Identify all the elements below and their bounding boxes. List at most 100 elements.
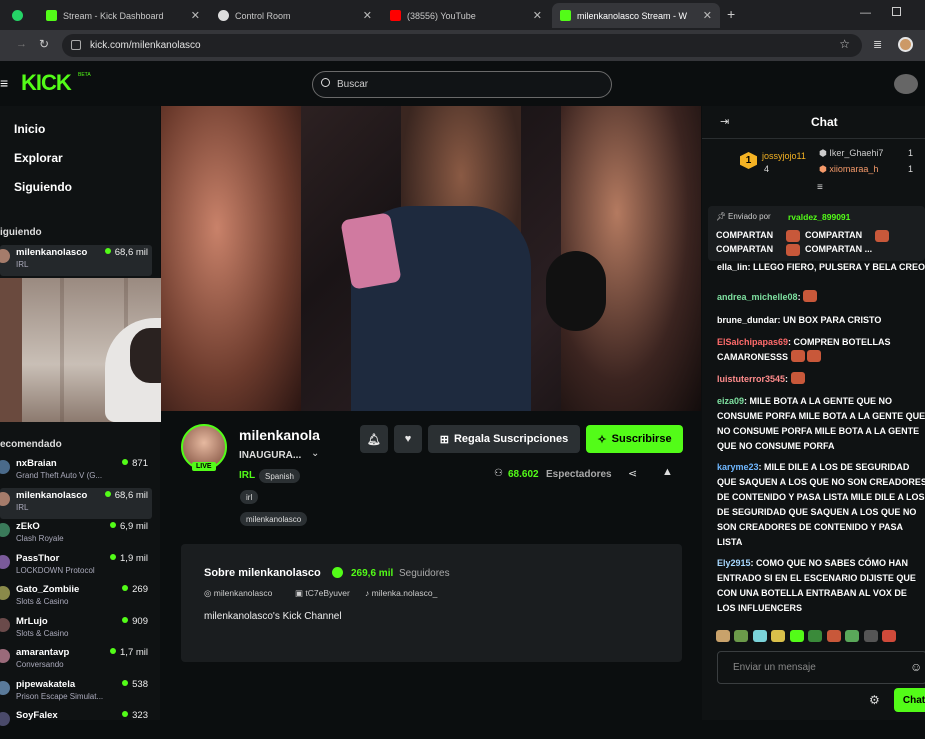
chat-input[interactable]: Enviar un mensaje ☺ xyxy=(717,651,925,684)
leader3-count: 1 xyxy=(908,164,914,174)
sidebar-channel-amarantavp[interactable]: amarantavp Conversando 1,7 mil xyxy=(0,645,152,676)
subscribe-button[interactable]: ✧ Suscribirse xyxy=(586,425,683,453)
sidebar-channel-gato_zombiie[interactable]: Gato_Zombiie Slots & Casino 269 xyxy=(0,582,152,613)
emote-icon[interactable] xyxy=(716,630,730,642)
tag-milenkanolasco[interactable]: milenkanolasco xyxy=(240,512,308,526)
nav-inicio[interactable]: Inicio xyxy=(14,122,45,136)
live-badge: LIVE xyxy=(192,462,216,471)
emote-icon[interactable] xyxy=(771,630,786,642)
chat-username[interactable]: eiza09 xyxy=(717,396,744,406)
pinned-by-label: Enviado por xyxy=(728,212,771,221)
video-player[interactable] xyxy=(161,106,701,411)
emote-icon[interactable] xyxy=(845,630,860,642)
notification-bell-button[interactable]: 🔔︎ xyxy=(360,425,388,453)
new-tab-button[interactable]: + xyxy=(727,6,735,22)
chat-username[interactable]: ElSalchipapas69 xyxy=(717,337,788,347)
video-microphone xyxy=(546,251,606,331)
close-tab-icon[interactable]: ✕ xyxy=(533,9,542,22)
sidebar-channel-passthor[interactable]: PassThor LOCKDOWN Protocol 1,9 mil xyxy=(0,551,152,582)
chat-username[interactable]: brune_dundar xyxy=(717,315,778,325)
language-tag[interactable]: Spanish xyxy=(259,469,300,483)
close-tab-icon[interactable]: ✕ xyxy=(703,9,712,22)
emote-icon[interactable] xyxy=(808,630,823,642)
sidebar-channel-mrlujo[interactable]: MrLujo Slots & Casino 909 xyxy=(0,614,152,645)
menu-icon[interactable]: ≡ xyxy=(0,75,8,91)
sidebar-channel-nxbraian[interactable]: nxBraian Grand Theft Auto V (G... 871 xyxy=(0,456,152,487)
channel-name: amarantavp xyxy=(16,647,70,658)
tab-milenkanolasco[interactable]: milenkanolasco Stream - W ✕ xyxy=(552,3,720,28)
url-text: kick.com/milenkanolasco xyxy=(90,40,201,51)
chat-username[interactable]: Ely2915 xyxy=(717,558,751,568)
chat-message: ella_lin: LLEGO FIERO, PULSERA Y BELA CR… xyxy=(717,262,925,272)
chat-username[interactable]: luistuterror3545 xyxy=(717,374,785,384)
emote-icon[interactable] xyxy=(734,630,749,642)
tab-whatsapp[interactable] xyxy=(4,3,34,28)
emote-icon xyxy=(786,244,800,256)
chat-username[interactable]: andrea_michelle08 xyxy=(717,292,798,302)
about-title: Sobre milenkanolasco xyxy=(204,567,321,579)
avatar xyxy=(0,460,10,474)
cast-icon[interactable]: ≣ xyxy=(873,38,882,51)
emote-icon[interactable] xyxy=(863,630,878,642)
sidebar-channel-soyfalex[interactable]: SoyFalex 323 xyxy=(0,708,152,739)
pinned-message[interactable]: 📌︎ Enviado por rvaldez_899091 COMPARTAN … xyxy=(708,206,925,261)
forward-icon[interactable]: → xyxy=(16,38,27,50)
category-link[interactable]: IRL xyxy=(239,470,255,481)
channel-category: Prison Escape Simulat... xyxy=(16,691,104,701)
emote-icon xyxy=(786,230,800,242)
maximize-icon[interactable] xyxy=(892,7,901,16)
tab-kick-dashboard[interactable]: Stream - Kick Dashboard ✕ xyxy=(38,3,208,28)
emoji-icon[interactable]: ☺ xyxy=(910,660,922,674)
search-icon xyxy=(321,78,330,87)
url-field[interactable]: kick.com/milenkanolasco ☆ xyxy=(62,34,862,57)
search-input[interactable]: Buscar xyxy=(312,71,612,98)
chat-send-button[interactable]: Chat xyxy=(894,688,925,712)
chat-username[interactable]: karyme23 xyxy=(717,462,759,472)
chevron-down-icon[interactable]: ⌄ xyxy=(311,448,319,459)
report-icon[interactable]: ▲ xyxy=(662,466,673,478)
gift-icon: ⊞ xyxy=(439,433,449,446)
pin-icon: 📌︎ xyxy=(716,212,727,221)
tab-youtube[interactable]: (38556) YouTube ✕ xyxy=(382,3,550,28)
bookmark-star-icon[interactable]: ☆ xyxy=(839,37,850,51)
gift-subs-button[interactable]: ⊞ Regala Suscripciones xyxy=(428,425,580,453)
tab-control-room[interactable]: Control Room ✕ xyxy=(210,3,380,28)
leader3-name[interactable]: ⬢ xiiomaraa_h xyxy=(819,164,878,175)
channel-name: PassThor xyxy=(16,552,60,564)
expand-leaderboard-icon[interactable]: ≡ xyxy=(817,182,823,193)
user-avatar[interactable] xyxy=(894,74,918,94)
reload-icon[interactable]: ↻ xyxy=(39,37,49,51)
chat-settings-icon[interactable]: ⚙ xyxy=(869,693,880,707)
channel-name: pipewakatela xyxy=(16,678,76,690)
sidebar-channel-zeko[interactable]: zEkO Clash Royale 6,9 mil xyxy=(0,519,152,550)
emote-icon[interactable] xyxy=(882,630,897,642)
profile-avatar[interactable] xyxy=(898,37,913,52)
youtube-link[interactable]: ▣ tC7eByuver xyxy=(295,588,350,599)
emote-icon[interactable] xyxy=(789,630,804,642)
close-tab-icon[interactable]: ✕ xyxy=(191,9,200,22)
site-info-icon[interactable] xyxy=(71,40,81,50)
emote-icon[interactable] xyxy=(826,630,841,642)
leader2-name[interactable]: ⬢ Iker_Ghaehi7 xyxy=(819,148,883,159)
following-channel[interactable]: milenkanolasco IRL 68,6 mil xyxy=(0,245,152,276)
tiktok-link[interactable]: ♪ milenka.nolasco_ xyxy=(365,588,437,598)
tag-irl[interactable]: irl xyxy=(240,490,259,504)
channel-name[interactable]: milenkanola xyxy=(239,427,320,443)
avatar xyxy=(0,712,10,726)
nav-siguiendo[interactable]: Siguiendo xyxy=(14,180,72,194)
sidebar-channel-pipewakatela[interactable]: pipewakatela Prison Escape Simulat... 538 xyxy=(0,677,152,708)
close-tab-icon[interactable]: ✕ xyxy=(363,9,372,22)
leader-name[interactable]: jossyjojo11 xyxy=(762,151,806,161)
share-icon[interactable]: ⋖ xyxy=(628,467,637,480)
collapse-chat-icon[interactable]: ⇥ xyxy=(720,115,729,128)
minimize-icon[interactable]: — xyxy=(860,7,871,19)
viewer-count: 68.602 xyxy=(508,469,539,480)
pinned-by-user[interactable]: rvaldez_899091 xyxy=(788,212,850,222)
kick-logo[interactable]: KICK xyxy=(21,70,72,96)
leader-rank-badge: 1 xyxy=(740,152,757,169)
nav-explorar[interactable]: Explorar xyxy=(14,151,63,165)
emote-icon[interactable] xyxy=(752,630,767,642)
instagram-link[interactable]: ◎ milenkanolasco xyxy=(204,588,272,599)
follow-button[interactable]: ♥ xyxy=(394,425,422,453)
sidebar-channel-milenkanolasco[interactable]: milenkanolasco IRL 68,6 mil xyxy=(0,487,152,519)
